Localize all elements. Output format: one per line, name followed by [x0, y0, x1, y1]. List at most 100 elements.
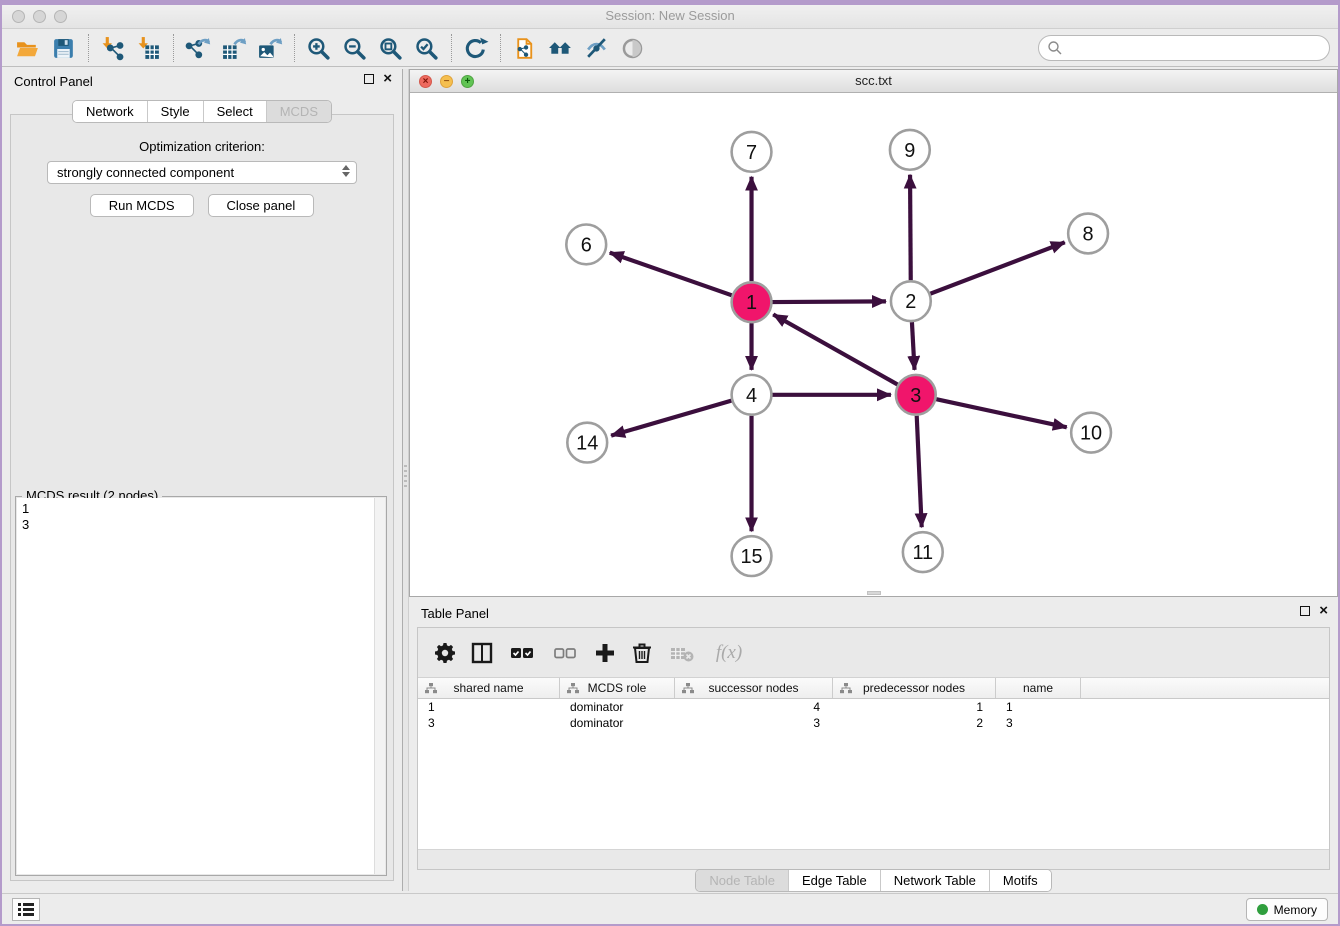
birds-eye-view-button[interactable]	[615, 33, 651, 63]
node-label: 4	[746, 385, 757, 407]
tab-style[interactable]: Style	[147, 101, 203, 122]
result-scrollbar[interactable]	[374, 498, 385, 874]
export-network-button[interactable]	[180, 33, 216, 63]
table-cell[interactable]: 3	[675, 715, 833, 731]
column-header-successor-nodes[interactable]: successor nodes	[675, 678, 833, 698]
node-6[interactable]: 6	[566, 225, 606, 265]
edge-3-10[interactable]	[936, 399, 1067, 427]
network-canvas[interactable]: 7 9 6 8 1 2 4 3 14 10 15 11	[410, 93, 1337, 596]
node-label: 14	[576, 433, 598, 455]
float-panel-icon[interactable]	[364, 74, 374, 84]
canvas-resize-grip[interactable]	[867, 591, 881, 595]
run-mcds-button[interactable]: Run MCDS	[90, 194, 194, 217]
function-builder-button[interactable]: f(x)	[707, 638, 751, 668]
panel-mode-button[interactable]	[467, 638, 497, 668]
criterion-select[interactable]: strongly connected component	[47, 161, 357, 184]
network-graph[interactable]: 7 9 6 8 1 2 4 3 14 10 15 11	[410, 93, 1337, 596]
table-cell[interactable]: 2	[833, 715, 996, 731]
table-cell[interactable]: dominator	[560, 715, 675, 731]
zoom-fit-button[interactable]	[373, 33, 409, 63]
table-cell[interactable]: 3	[418, 715, 560, 731]
duplicate-network-button[interactable]	[507, 33, 543, 63]
node-14[interactable]: 14	[567, 423, 607, 463]
splitter-grip[interactable]	[404, 465, 407, 487]
select-all-button[interactable]	[507, 638, 537, 668]
close-table-panel-icon[interactable]: ×	[1319, 606, 1328, 616]
edge-4-14[interactable]	[611, 401, 731, 436]
memory-button[interactable]: Memory	[1246, 898, 1328, 921]
node-7[interactable]: 7	[732, 132, 772, 172]
save-session-button[interactable]	[46, 33, 82, 63]
zoom-out-button[interactable]	[337, 33, 373, 63]
vertical-splitter[interactable]	[402, 69, 409, 891]
tab-select[interactable]: Select	[203, 101, 266, 122]
zoom-selected-button[interactable]	[409, 33, 445, 63]
node-label: 8	[1083, 223, 1094, 245]
node-15[interactable]: 15	[732, 536, 772, 576]
node-2[interactable]: 2	[891, 281, 931, 321]
edge-3-11[interactable]	[917, 416, 922, 528]
search-input[interactable]	[1038, 35, 1330, 61]
delete-column-button[interactable]	[627, 638, 657, 668]
edge-1-6[interactable]	[610, 253, 732, 296]
node-1[interactable]: 1	[732, 282, 772, 322]
export-image-button[interactable]	[252, 33, 288, 63]
import-network-button[interactable]	[95, 33, 131, 63]
refresh-button[interactable]	[458, 33, 494, 63]
network-window-titlebar[interactable]: × − + scc.txt	[410, 70, 1337, 93]
control-panel: Control Panel × NetworkStyleSelectMCDS O…	[2, 69, 402, 891]
tab-motifs[interactable]: Motifs	[989, 870, 1051, 891]
table-cell[interactable]: 1	[833, 699, 996, 715]
zoom-out-icon	[342, 36, 368, 61]
network-window-title: scc.txt	[410, 73, 1337, 88]
search-icon	[1047, 40, 1063, 61]
table-cell[interactable]: 4	[675, 699, 833, 715]
add-column-button[interactable]	[590, 638, 620, 668]
close-panel-icon[interactable]: ×	[383, 74, 392, 84]
table-cell[interactable]: dominator	[560, 699, 675, 715]
zoom-in-button[interactable]	[301, 33, 337, 63]
table-cell[interactable]: 3	[996, 715, 1081, 731]
hide-graphics-details-button[interactable]	[579, 33, 615, 63]
edge-3-1[interactable]	[773, 314, 897, 384]
close-panel-button[interactable]: Close panel	[208, 194, 315, 217]
table-row[interactable]: 3dominator323	[418, 715, 1329, 731]
edge-1-2[interactable]	[772, 301, 886, 302]
table-row[interactable]: 1dominator411	[418, 699, 1329, 715]
column-header-predecessor-nodes[interactable]: predecessor nodes	[833, 678, 996, 698]
node-11[interactable]: 11	[903, 532, 943, 572]
table-cell[interactable]: 1	[418, 699, 560, 715]
home-button[interactable]	[543, 33, 579, 63]
edge-2-8[interactable]	[930, 242, 1064, 293]
zoom-fit-icon	[378, 36, 404, 61]
table-cell[interactable]: 1	[996, 699, 1081, 715]
memory-status-dot	[1257, 904, 1268, 915]
mcds-result-text[interactable]: 1 3	[17, 498, 374, 874]
import-table-button[interactable]	[131, 33, 167, 63]
tab-network-table[interactable]: Network Table	[880, 870, 989, 891]
table-options-button[interactable]	[430, 638, 460, 668]
column-header-name[interactable]: name	[996, 678, 1081, 698]
column-header-MCDS-role[interactable]: MCDS role	[560, 678, 675, 698]
delete-table-button[interactable]	[667, 638, 697, 668]
tab-node-table[interactable]: Node Table	[696, 870, 788, 891]
edge-2-3[interactable]	[912, 322, 915, 370]
task-history-button[interactable]	[12, 898, 40, 921]
node-9[interactable]: 9	[890, 130, 930, 170]
tab-edge-table[interactable]: Edge Table	[788, 870, 880, 891]
main-toolbar	[2, 30, 1338, 67]
edge-2-9[interactable]	[910, 175, 911, 281]
open-session-button[interactable]	[10, 33, 46, 63]
node-10[interactable]: 10	[1071, 413, 1111, 453]
delete-table-icon	[670, 641, 694, 665]
export-table-button[interactable]	[216, 33, 252, 63]
unselect-all-button[interactable]	[550, 638, 580, 668]
column-header-shared-name[interactable]: shared name	[418, 678, 560, 698]
node-3[interactable]: 3	[896, 375, 936, 415]
duplicate-network-icon	[512, 36, 538, 61]
node-4[interactable]: 4	[732, 375, 772, 415]
tab-network[interactable]: Network	[73, 101, 147, 122]
float-table-panel-icon[interactable]	[1300, 606, 1310, 616]
node-8[interactable]: 8	[1068, 214, 1108, 254]
tab-mcds[interactable]: MCDS	[266, 101, 331, 122]
